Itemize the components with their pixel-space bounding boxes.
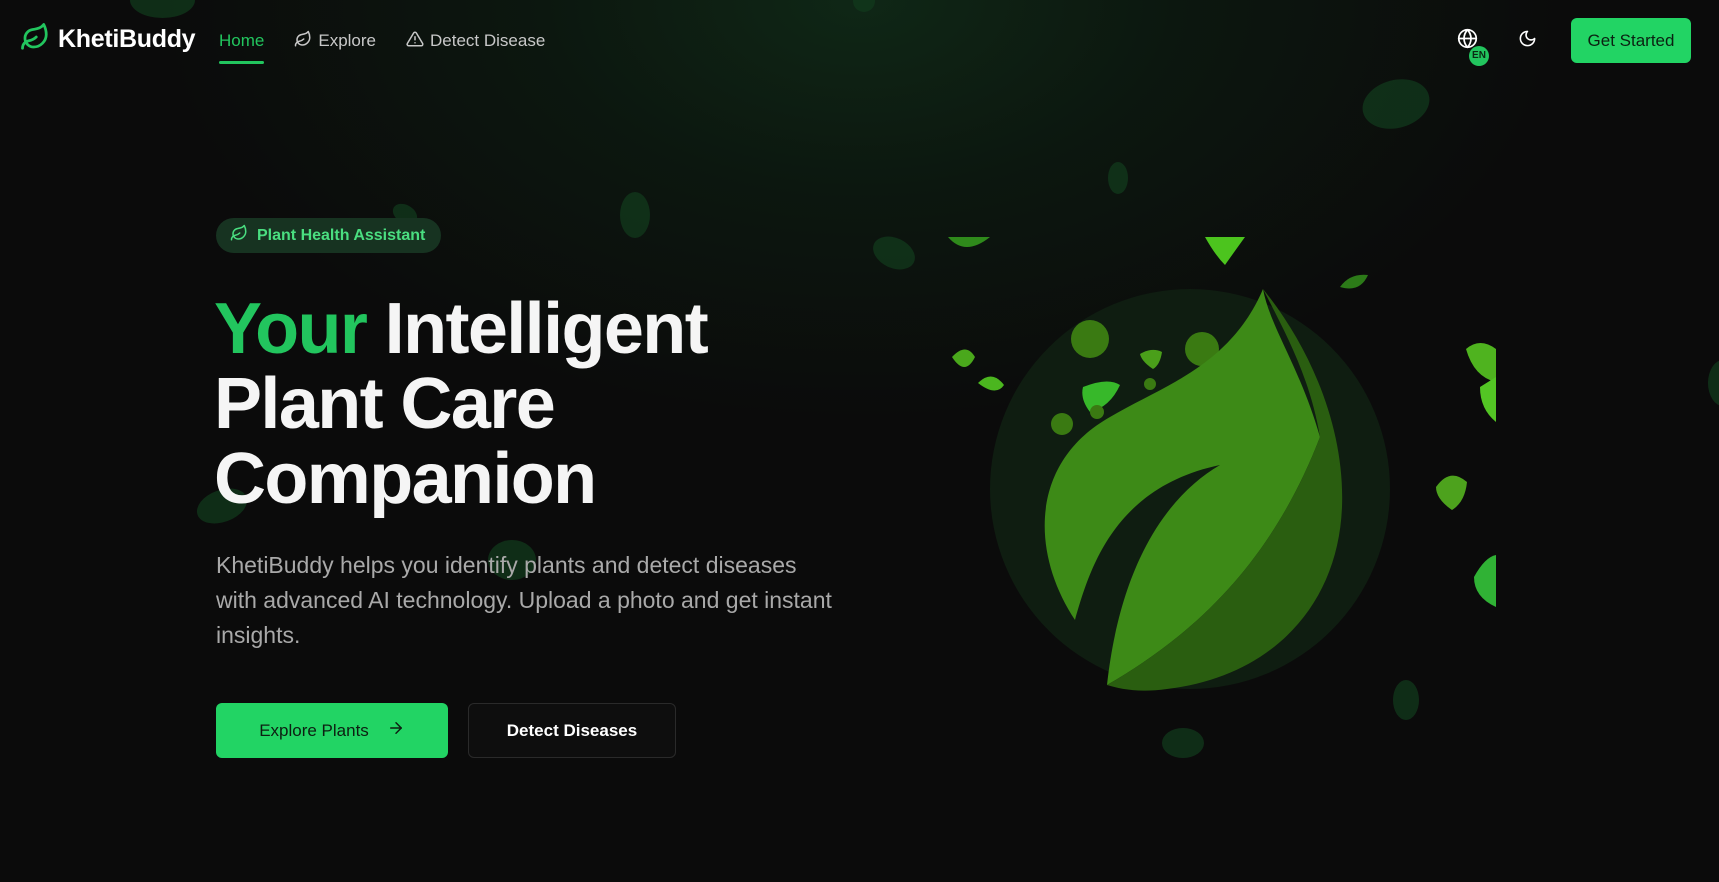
hero-badge: Plant Health Assistant (216, 218, 442, 253)
background-leaf-decoration (1356, 72, 1436, 136)
background-leaf-decoration (867, 230, 921, 276)
leaf-illustration-svg (948, 237, 1496, 691)
theme-toggle-button[interactable] (1507, 21, 1547, 61)
leaf-icon (230, 224, 248, 247)
dot-decoration (1071, 320, 1109, 358)
nav-link-label: Detect Disease (430, 31, 546, 50)
headline-line2: Plant Care (214, 364, 556, 444)
nav-link-explore[interactable]: Explore (294, 28, 376, 54)
brand-name: KhetiBuddy (58, 25, 196, 53)
small-leaf (1436, 475, 1467, 510)
nav-link-label: Home (219, 31, 265, 50)
headline-line1: Intelligent (366, 289, 709, 369)
hero-subtitle: KhetiBuddy helps you identify plants and… (216, 552, 832, 648)
headline-line3: Companion (214, 439, 597, 519)
moon-icon (1518, 29, 1537, 53)
landing-page: KhetiBuddy Home Explore Detect Disease E… (0, 0, 1719, 882)
small-leaf (1340, 274, 1368, 289)
explore-plants-button[interactable]: Explore Plants (216, 703, 448, 758)
small-leaf (978, 376, 1004, 391)
detect-diseases-button[interactable]: Detect Diseases (468, 703, 676, 758)
small-leaf (1474, 555, 1496, 607)
nav-links: Home Explore Detect Disease (219, 28, 545, 64)
nav-link-detect-disease[interactable]: Detect Disease (406, 28, 545, 54)
hero-badge-label: Plant Health Assistant (257, 226, 426, 244)
language-button[interactable]: EN (1447, 21, 1489, 66)
language-badge: EN (1469, 45, 1489, 66)
nav-actions: EN Get Started (1447, 18, 1691, 66)
small-leaf (1466, 343, 1496, 382)
dot-decoration (1051, 413, 1073, 435)
nav-link-label: Explore (318, 31, 376, 50)
dot-decoration (1144, 378, 1156, 390)
nav-link-home[interactable]: Home (219, 28, 265, 64)
background-leaf-decoration (1708, 360, 1719, 406)
arrow-right-icon (387, 719, 405, 742)
explore-plants-label: Explore Plants (259, 720, 369, 740)
background-leaf-decoration (620, 192, 650, 238)
top-navigation: KhetiBuddy Home Explore Detect Disease E… (0, 0, 1719, 80)
dot-decoration (1090, 405, 1104, 419)
background-leaf-decoration (1162, 728, 1204, 758)
background-leaf-decoration (1108, 162, 1128, 194)
small-leaf (952, 349, 975, 367)
small-leaf (1205, 237, 1245, 265)
small-leaf (1480, 377, 1496, 422)
alert-triangle-icon (406, 30, 424, 53)
leaf-icon (294, 30, 312, 53)
small-leaf (948, 237, 990, 247)
get-started-button[interactable]: Get Started (1571, 18, 1691, 63)
plant-illustration (940, 237, 1496, 707)
headline-accent: Your (214, 289, 368, 369)
hero-headline: Your Intelligent Plant Care Companion (214, 292, 854, 517)
leaf-icon (20, 22, 50, 57)
brand-logo[interactable]: KhetiBuddy (20, 22, 196, 57)
